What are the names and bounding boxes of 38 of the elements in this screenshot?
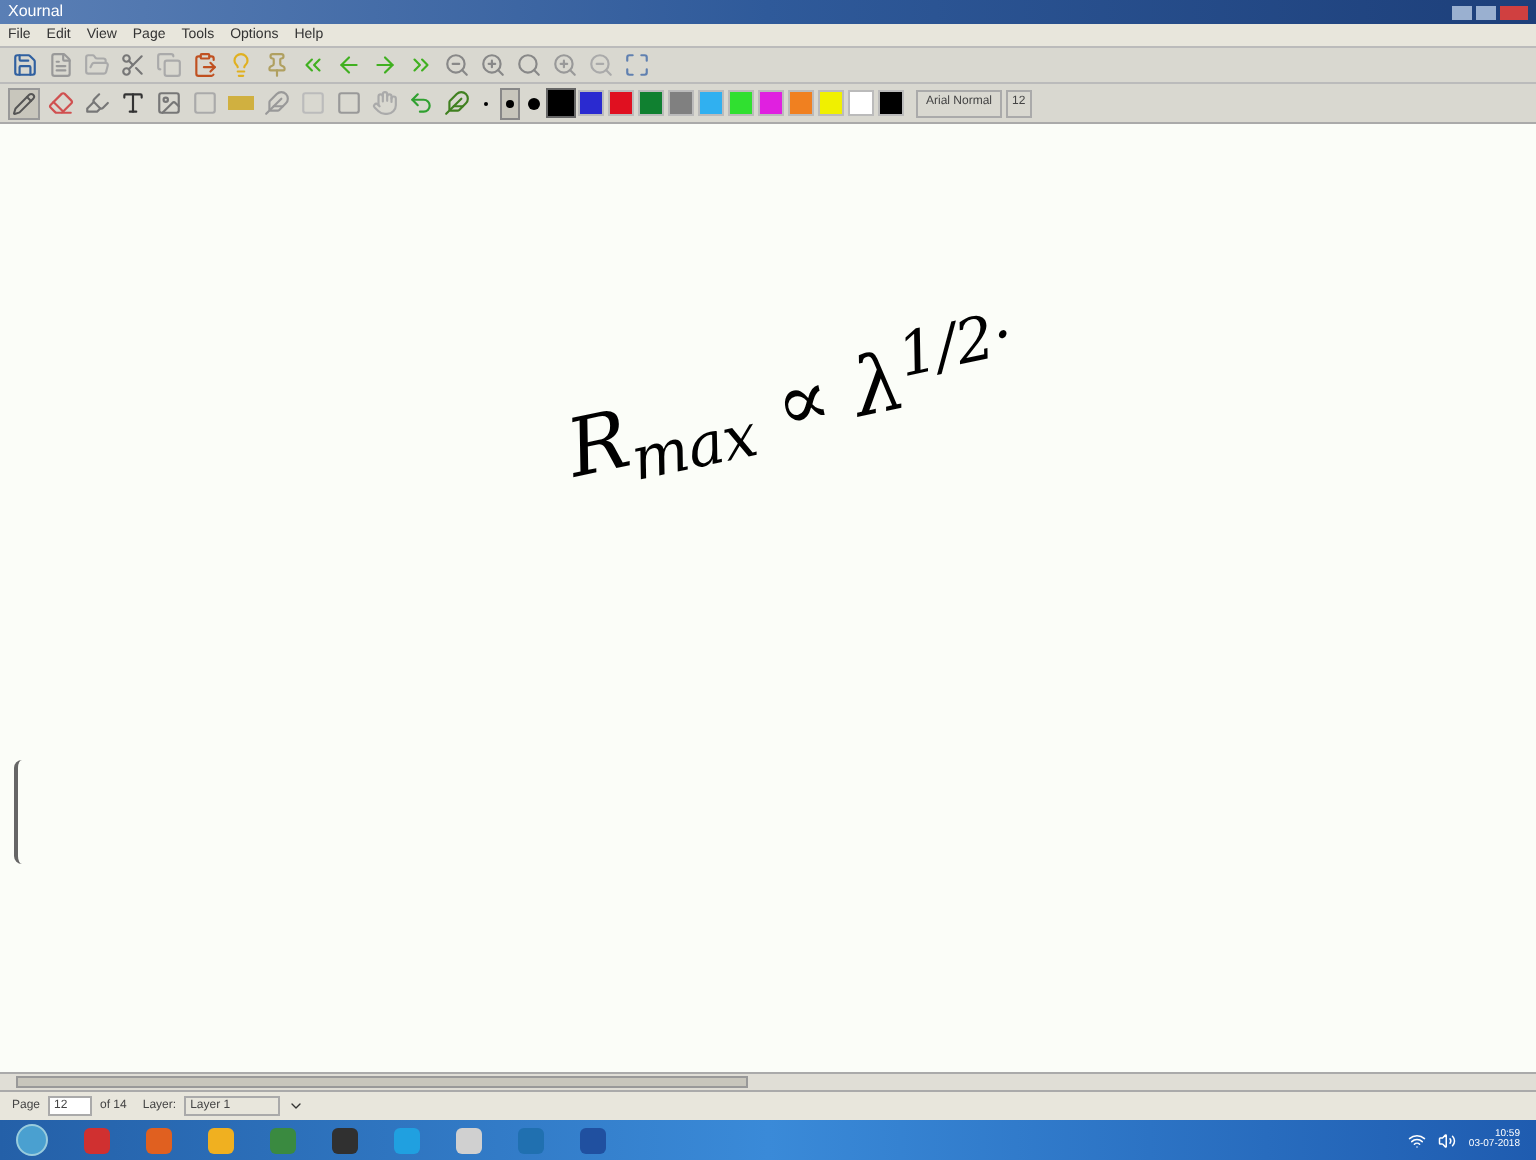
- eraser-icon[interactable]: [44, 87, 76, 119]
- taskbar-app-icon[interactable]: [394, 1127, 420, 1153]
- taskbar-app-icon[interactable]: [456, 1127, 482, 1153]
- network-icon[interactable]: [1408, 1131, 1427, 1149]
- color-swatch[interactable]: [728, 90, 754, 116]
- color-swatch[interactable]: [608, 90, 634, 116]
- zoom-out-icon[interactable]: [440, 49, 472, 81]
- color-swatch[interactable]: [878, 90, 904, 116]
- pen-width-button[interactable]: [500, 87, 520, 119]
- pen-icon[interactable]: [440, 87, 472, 119]
- color-swatch[interactable]: [758, 90, 784, 116]
- taskbar-app-icon[interactable]: [332, 1127, 358, 1153]
- color-swatch[interactable]: [698, 90, 724, 116]
- side-handle-icon[interactable]: [14, 760, 22, 864]
- window-controls-icon[interactable]: [1452, 5, 1528, 19]
- taskbar-app-icon[interactable]: [580, 1127, 606, 1153]
- shape-icon[interactable]: [188, 87, 220, 119]
- pencil-icon[interactable]: [8, 87, 40, 119]
- taskbar-app-icon[interactable]: [146, 1127, 172, 1153]
- color-swatch[interactable]: [578, 90, 604, 116]
- save-icon[interactable]: [8, 49, 40, 81]
- color-swatch[interactable]: [548, 90, 574, 116]
- color-swatch[interactable]: [668, 90, 694, 116]
- start-button[interactable]: [16, 1124, 48, 1156]
- taskbar-app-icon[interactable]: [84, 1127, 110, 1153]
- color-swatch[interactable]: [848, 90, 874, 116]
- fullscreen-icon[interactable]: [620, 49, 652, 81]
- zoom-icon[interactable]: [584, 49, 616, 81]
- volume-icon[interactable]: [1438, 1131, 1457, 1149]
- taskbar-app-icon[interactable]: [270, 1127, 296, 1153]
- taskbar-app-icon[interactable]: [518, 1127, 544, 1153]
- color-swatch[interactable]: [638, 90, 664, 116]
- taskbar-app-icon[interactable]: [208, 1127, 234, 1153]
- hand-icon[interactable]: [368, 87, 400, 119]
- color-swatch[interactable]: [788, 90, 814, 116]
- color-swatch[interactable]: [818, 90, 844, 116]
- horizontal-scrollbar[interactable]: [0, 1072, 1536, 1092]
- window-title: Xournal: [8, 4, 64, 20]
